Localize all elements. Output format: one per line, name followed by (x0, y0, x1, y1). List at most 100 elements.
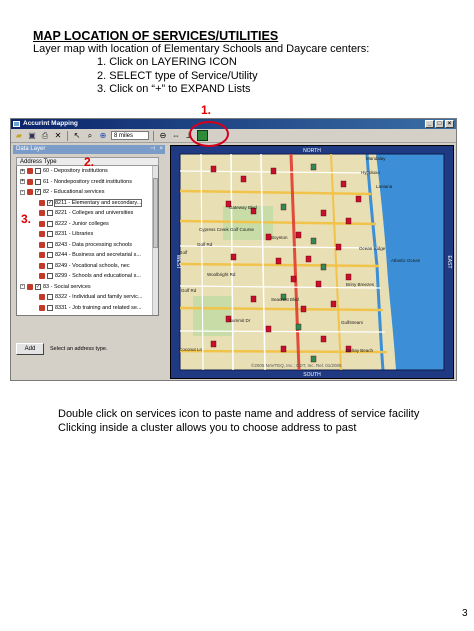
poi-marker-icon[interactable] (320, 335, 327, 343)
map-place-label: Ocean Ridge (359, 246, 386, 251)
layer-checkbox[interactable] (47, 262, 53, 269)
poi-marker-icon[interactable] (340, 180, 347, 188)
pointer-icon[interactable]: ↖ (72, 131, 82, 141)
tree-row[interactable]: - ✓ 83 - Social services (17, 282, 158, 293)
category-icon (27, 178, 33, 185)
compass-south[interactable]: SOUTH (303, 372, 321, 378)
tree-row[interactable]: 8244 - Business and secretarial s... (17, 250, 158, 261)
poi-marker-icon[interactable] (210, 165, 217, 173)
poi-marker-icon[interactable] (230, 253, 237, 261)
tree-row[interactable]: 8249 - Vocational schools, nec (17, 261, 158, 272)
layer-checkbox[interactable] (47, 304, 53, 311)
expand-toggle-icon[interactable]: - (20, 189, 25, 195)
expand-toggle-icon[interactable]: - (20, 284, 25, 290)
poi-marker-icon[interactable] (335, 243, 342, 251)
tree-row[interactable]: +61 - Nondepository credit institutions (17, 177, 158, 188)
layering-icon-highlight (189, 121, 229, 147)
poi-marker-icon[interactable] (280, 345, 287, 353)
layer-checkbox[interactable] (47, 294, 53, 301)
poi-marker-icon[interactable] (240, 175, 247, 183)
zoom-out-icon[interactable]: ⊖ (158, 131, 168, 141)
zoom-level-field[interactable]: 8 miles (111, 131, 149, 140)
category-icon (39, 241, 45, 248)
tree-row[interactable]: 8231 - Libraries (17, 229, 158, 240)
add-button[interactable]: Add (16, 343, 44, 355)
poi-marker-icon[interactable] (265, 325, 272, 333)
scrollbar-thumb[interactable] (153, 178, 158, 248)
poi-marker-icon[interactable] (320, 263, 327, 271)
minimize-button[interactable]: _ (425, 120, 434, 128)
maximize-button[interactable]: □ (435, 120, 444, 128)
compass-east[interactable]: EAST (446, 255, 452, 268)
delete-icon[interactable]: ✕ (53, 131, 63, 141)
map-canvas[interactable]: Mandalay Hypoluxo Lantana Gateway Blvd Cypre… (171, 146, 453, 378)
tree-row[interactable]: 8322 - Individual and family servic... (17, 292, 158, 303)
poi-marker-icon[interactable] (330, 300, 337, 308)
zoom-in-icon[interactable]: ⊕ (98, 131, 108, 141)
compass-north[interactable]: NORTH (303, 148, 321, 154)
layer-checkbox[interactable]: ✓ (47, 199, 53, 206)
page-number: 3 (462, 608, 468, 619)
tree-row[interactable]: 8299 - Schools and educational s... (17, 271, 158, 282)
panel-footer: Add Select an address type. (16, 339, 159, 359)
poi-marker-icon[interactable] (295, 323, 302, 331)
map-view[interactable]: Mandalay Hypoluxo Lantana Gateway Blvd Cypre… (170, 145, 454, 379)
save-icon[interactable]: ▣ (27, 131, 37, 141)
poi-marker-icon[interactable] (290, 275, 297, 283)
tree-row[interactable]: 8222 - Junior colleges (17, 219, 158, 230)
poi-marker-icon[interactable] (355, 195, 362, 203)
poi-marker-icon[interactable] (345, 273, 352, 281)
annotation-marker-1: 1. (201, 103, 212, 117)
poi-marker-icon[interactable] (280, 203, 287, 211)
layer-checkbox[interactable] (47, 241, 53, 248)
pin-icon[interactable]: ⊣ (150, 145, 155, 154)
print-icon[interactable]: ⎙ (40, 131, 50, 141)
poi-marker-icon[interactable] (275, 257, 282, 265)
expand-toggle-icon[interactable]: + (20, 168, 25, 174)
tree-row[interactable]: 8221 - Colleges and universities (17, 208, 158, 219)
tree-row[interactable]: 8331 - Job training and related se... (17, 303, 158, 314)
category-icon (27, 189, 33, 196)
poi-marker-icon[interactable] (210, 340, 217, 348)
tree-row[interactable]: ✓8351 - Child day care services (17, 313, 158, 316)
layer-checkbox[interactable] (47, 252, 53, 259)
map-place-label: Golf Rd (197, 242, 213, 247)
layer-checkbox[interactable]: ✓ (35, 189, 41, 196)
zoom-icon[interactable]: ⌕ (85, 131, 95, 141)
step-1: 1. Click on LAYERING ICON (97, 56, 237, 68)
poi-marker-icon[interactable] (320, 209, 327, 217)
poi-marker-icon[interactable] (315, 280, 322, 288)
tree-row-label: 8351 - Child day care services (55, 315, 129, 316)
map-place-label: Cypress Creek Golf Course (199, 227, 255, 232)
open-folder-icon[interactable]: ▰ (14, 131, 24, 141)
map-place-label: Hypoluxo (361, 170, 380, 175)
layer-checkbox[interactable] (47, 273, 53, 280)
layer-checkbox[interactable]: ✓ (47, 315, 53, 316)
poi-marker-icon[interactable] (295, 231, 302, 239)
poi-marker-icon[interactable] (310, 237, 317, 245)
close-button[interactable]: × (445, 120, 454, 128)
expand-toggle-icon[interactable]: + (20, 179, 25, 185)
poi-marker-icon[interactable] (345, 217, 352, 225)
poi-marker-icon[interactable] (270, 167, 277, 175)
step-3: 3. Click on “+” to EXPAND Lists (97, 83, 251, 95)
poi-marker-icon[interactable] (305, 255, 312, 263)
layer-checkbox[interactable]: ✓ (35, 283, 41, 290)
poi-marker-icon[interactable] (310, 355, 317, 363)
layer-checkbox[interactable] (47, 231, 53, 238)
tree-row[interactable]: 8243 - Data processing schools (17, 240, 158, 251)
poi-marker-icon[interactable] (300, 305, 307, 313)
tree-row-label: 8222 - Junior colleges (55, 220, 109, 227)
tree-row[interactable]: - ✓ 82 - Educational services (17, 187, 158, 198)
tree-row[interactable]: ✓ 8211 - Elementary and secondary... (17, 198, 158, 209)
poi-marker-icon[interactable] (250, 295, 257, 303)
pan-icon[interactable]: ⇔ (171, 131, 181, 141)
panel-close-icon[interactable]: × (159, 145, 163, 154)
layer-checkbox[interactable] (47, 220, 53, 227)
layer-checkbox[interactable] (35, 178, 41, 185)
layer-checkbox[interactable] (35, 168, 41, 175)
tree-scrollbar[interactable] (152, 166, 158, 315)
layer-checkbox[interactable] (47, 210, 53, 217)
compass-west[interactable]: WEST (175, 255, 181, 269)
poi-marker-icon[interactable] (310, 163, 317, 171)
